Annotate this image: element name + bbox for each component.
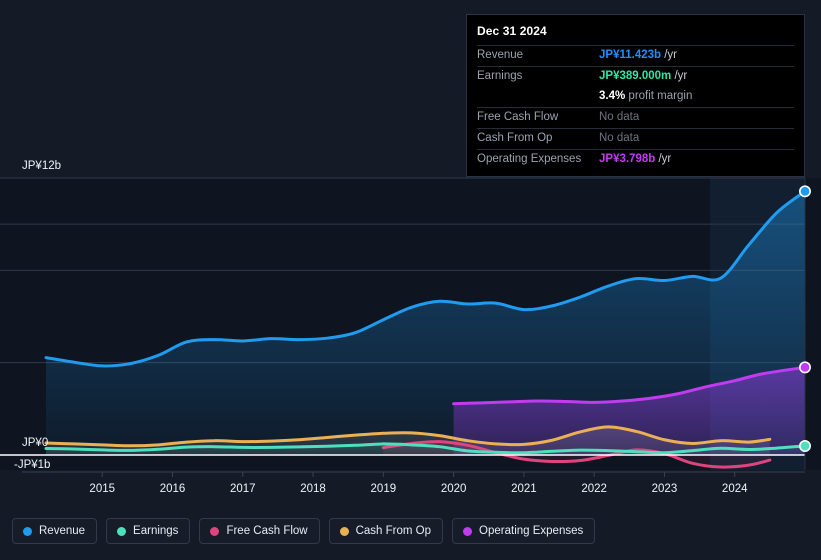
x-axis-tick-2016: 2016 bbox=[159, 483, 186, 495]
tooltip-row-label: Operating Expenses bbox=[477, 153, 582, 165]
endpoint-marker-operating-expenses[interactable] bbox=[798, 361, 811, 374]
x-axis-tick-2018: 2018 bbox=[300, 483, 326, 495]
tooltip-row-value: JP¥389.000m /yr bbox=[599, 70, 688, 82]
legend-color-dot-icon bbox=[117, 526, 127, 536]
x-axis-tick-2019: 2019 bbox=[370, 483, 397, 495]
legend-item-label: Cash From Op bbox=[355, 525, 432, 537]
legend-item-label: Earnings bbox=[133, 525, 179, 537]
y-axis-label-zero: JP¥0 bbox=[22, 437, 49, 449]
legend-item-cash-from-op[interactable]: Cash From Op bbox=[328, 518, 444, 544]
tooltip-row-earnings: Earnings JP¥389.000m /yr bbox=[477, 66, 794, 87]
legend-color-dot-icon bbox=[23, 526, 32, 536]
tooltip-row-operating-expenses: Operating Expenses JP¥3.798b /yr bbox=[477, 149, 794, 170]
chart-tooltip: Dec 31 2024 Revenue JP¥11.423b /yr Earning… bbox=[466, 14, 805, 177]
tooltip-row-revenue: Revenue JP¥11.423b /yr bbox=[477, 45, 794, 66]
tooltip-row-profit-margin: 3.4% profit margin bbox=[477, 87, 794, 107]
tooltip-row-label: Revenue bbox=[477, 49, 524, 61]
tooltip-rows: Revenue JP¥11.423b /yr Earnings JP¥389.000m… bbox=[477, 45, 794, 170]
x-axis-tick-2021: 2021 bbox=[511, 483, 537, 495]
x-axis-tick-2017: 2017 bbox=[229, 483, 256, 495]
y-axis-label-top: JP¥12b bbox=[22, 160, 62, 172]
tooltip-row-label: Earnings bbox=[477, 70, 523, 82]
legend-item-operating-expenses[interactable]: Operating Expenses bbox=[452, 518, 596, 544]
tooltip-row-label: Cash From Op bbox=[477, 132, 553, 144]
financial-chart-panel: JP¥12b JP¥0 -JP¥1b 2015 2016 2017 2018 2019 2… bbox=[0, 0, 821, 560]
tooltip-row-value: No data bbox=[599, 111, 640, 123]
endpoint-marker-earnings[interactable] bbox=[798, 440, 811, 453]
legend-color-dot-icon bbox=[210, 526, 220, 536]
legend-item-free-cash-flow[interactable]: Free Cash Flow bbox=[199, 518, 320, 544]
legend-item-earnings[interactable]: Earnings bbox=[106, 518, 191, 544]
x-axis-tick-2023: 2023 bbox=[651, 483, 678, 495]
x-axis-tick-2015: 2015 bbox=[89, 483, 116, 495]
tooltip-row-value: No data bbox=[599, 132, 640, 144]
endpoint-marker-revenue[interactable] bbox=[798, 185, 811, 198]
tooltip-row-value: JP¥3.798b /yr bbox=[599, 153, 672, 165]
legend-item-label: Revenue bbox=[39, 525, 86, 537]
tooltip-row-cash-from-op: Cash From Op No data bbox=[477, 128, 794, 149]
tooltip-row-value: 3.4% profit margin bbox=[599, 90, 693, 102]
legend-color-dot-icon bbox=[463, 526, 473, 536]
y-axis-label-bottom: -JP¥1b bbox=[14, 459, 51, 471]
legend-item-label: Operating Expenses bbox=[479, 525, 584, 537]
x-axis-tick-2024: 2024 bbox=[721, 483, 748, 495]
tooltip-date: Dec 31 2024 bbox=[477, 24, 547, 38]
legend-item-revenue[interactable]: Revenue bbox=[12, 518, 98, 544]
tooltip-row-value: JP¥11.423b /yr bbox=[599, 49, 678, 61]
tooltip-row-label: Free Cash Flow bbox=[477, 111, 559, 123]
chart-legend[interactable]: Revenue Earnings Free Cash Flow Cash From O… bbox=[12, 518, 596, 544]
legend-color-dot-icon bbox=[339, 526, 349, 536]
tooltip-row-free-cash-flow: Free Cash Flow No data bbox=[477, 107, 794, 128]
x-axis-tick-2022: 2022 bbox=[581, 483, 607, 495]
legend-item-label: Free Cash Flow bbox=[226, 525, 308, 537]
x-axis-tick-2020: 2020 bbox=[440, 483, 467, 495]
